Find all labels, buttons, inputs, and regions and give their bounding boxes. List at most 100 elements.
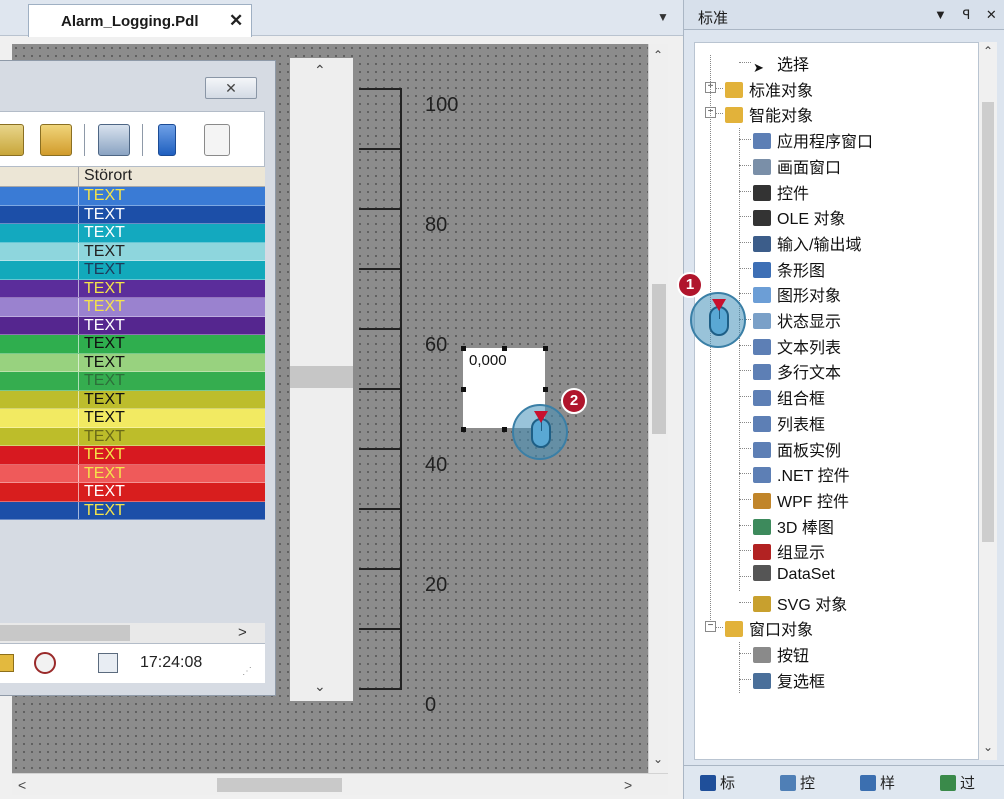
tree-item-label: WPF 控件: [777, 493, 849, 511]
table-row[interactable]: TEXT: [0, 390, 265, 409]
slider-up-icon[interactable]: ⌃: [314, 62, 326, 79]
tree-item[interactable]: 3D 棒图: [753, 514, 834, 537]
tree-item[interactable]: ➤ 选择: [753, 51, 810, 75]
tree-item[interactable]: SVG 对象: [753, 591, 847, 614]
tree-item-label: 选择: [777, 57, 810, 74]
table-row[interactable]: TEXT: [0, 427, 265, 446]
tab-list-dropdown-icon[interactable]: ▼: [657, 10, 669, 24]
tree-item[interactable]: 组显示: [753, 539, 825, 562]
tree-item[interactable]: 应用程序窗口: [753, 128, 873, 151]
table-row[interactable]: TEXT: [0, 483, 265, 502]
table-row[interactable]: TEXT: [0, 501, 265, 520]
tree-item[interactable]: 复选框: [753, 668, 825, 691]
tree-item[interactable]: 组合框: [753, 385, 825, 408]
sort-icon[interactable]: [158, 124, 176, 156]
palette-window-controls[interactable]: ▼ ꟼ ✕: [934, 7, 1003, 23]
table-row[interactable]: TEXT: [0, 335, 265, 354]
table-row[interactable]: TEXT: [0, 409, 265, 428]
alarm-horizontal-scrollbar[interactable]: >: [0, 623, 265, 643]
table-row[interactable]: TEXT: [0, 298, 265, 317]
first-page-icon[interactable]: [204, 124, 230, 156]
scroll-down-icon[interactable]: ⌄: [653, 752, 663, 766]
tree-item[interactable]: 图形对象: [753, 282, 841, 305]
tree-item[interactable]: 条形图: [753, 257, 825, 280]
io-field-icon: [753, 235, 771, 252]
tree-item[interactable]: OLE 对象: [753, 205, 845, 228]
table-row[interactable]: TEXT: [0, 242, 265, 261]
row-text: TEXT: [84, 409, 125, 426]
selection-handle[interactable]: [502, 427, 507, 432]
tree-item[interactable]: 输入/输出域: [753, 231, 861, 254]
tree-item[interactable]: 智能对象: [725, 102, 813, 125]
row-text: TEXT: [84, 501, 125, 519]
selection-handle[interactable]: [543, 346, 548, 351]
scale-minor-tick: [359, 148, 402, 150]
row-text: TEXT: [84, 390, 125, 408]
table-row[interactable]: TEXT: [0, 353, 265, 372]
tree-item[interactable]: 文本列表: [753, 334, 841, 357]
table-row[interactable]: TEXT: [0, 224, 265, 243]
scale-major-tick: [359, 568, 402, 570]
table-row[interactable]: TEXT: [0, 446, 265, 465]
scroll-left-icon[interactable]: <: [18, 777, 26, 793]
slider-down-icon[interactable]: ⌄: [314, 678, 326, 695]
tree-item[interactable]: 多行文本: [753, 359, 841, 382]
palette-title: 标准: [698, 10, 729, 27]
table-row[interactable]: TEXT: [0, 205, 265, 224]
palette-tab[interactable]: 控: [780, 772, 815, 793]
table-header: Störort: [0, 167, 265, 187]
tree-item[interactable]: WPF 控件: [753, 488, 849, 511]
selection-handle[interactable]: [461, 346, 466, 351]
scroll-right-icon[interactable]: >: [624, 777, 632, 793]
palette-tab[interactable]: 标: [700, 772, 735, 793]
folder-open-icon: [725, 107, 743, 124]
selection-handle[interactable]: [543, 386, 548, 392]
table-row[interactable]: TEXT: [0, 261, 265, 280]
tree-scrollbar[interactable]: ⌃ ⌄: [979, 42, 997, 760]
palette-tab[interactable]: 过: [940, 772, 975, 793]
print-icon[interactable]: [98, 124, 130, 156]
tree-item[interactable]: 画面窗口: [753, 154, 841, 177]
scale-major-tick: [359, 328, 402, 330]
palette-tab[interactable]: 样: [860, 772, 895, 793]
close-icon[interactable]: ✕: [205, 77, 257, 99]
lock-icon[interactable]: [40, 124, 72, 156]
tree-item[interactable]: 列表框: [753, 411, 825, 434]
table-row[interactable]: TEXT: [0, 464, 265, 483]
alarm-control[interactable]: ✕ Störort TEXT TEXT TEXT TEXT TEXT TEXT TEXT TE…: [0, 60, 276, 696]
column-header-stoerort[interactable]: Störort: [84, 167, 132, 185]
tree-item[interactable]: 窗口对象: [725, 616, 813, 639]
scroll-up-icon[interactable]: ⌃: [983, 44, 993, 58]
tree-item[interactable]: 面板实例: [753, 437, 841, 460]
selection-handle[interactable]: [502, 346, 507, 351]
tree-item[interactable]: 按钮: [753, 642, 809, 665]
table-row[interactable]: TEXT: [0, 372, 265, 391]
selection-handle[interactable]: [461, 427, 466, 432]
tree-item[interactable]: 状态显示: [753, 308, 841, 331]
row-text: TEXT: [84, 353, 125, 371]
tree-expander-icon[interactable]: −: [705, 621, 716, 633]
editor-horizontal-scrollbar[interactable]: < >: [12, 773, 668, 795]
slider-thumb[interactable]: [290, 366, 353, 388]
export-icon[interactable]: [0, 124, 24, 156]
tree-item[interactable]: 标准对象: [725, 77, 813, 100]
tree-item[interactable]: 控件: [753, 180, 809, 203]
tree-item[interactable]: DataSet: [753, 565, 835, 587]
table-row[interactable]: TEXT: [0, 187, 265, 206]
scroll-down-icon[interactable]: ⌄: [983, 740, 993, 754]
tree-item[interactable]: .NET 控件: [753, 462, 850, 485]
scroll-right-icon[interactable]: >: [238, 624, 247, 641]
document-tab[interactable]: Alarm_Logging.Pdl ✕: [28, 4, 252, 37]
resize-grip[interactable]: ⋰: [242, 666, 252, 677]
editor-vertical-scrollbar[interactable]: ⌃ ⌄: [648, 44, 668, 773]
selection-handle[interactable]: [461, 386, 466, 392]
group-display-icon: [753, 544, 771, 561]
table-row[interactable]: TEXT: [0, 279, 265, 298]
standard-tab-icon: [700, 775, 716, 791]
table-row[interactable]: TEXT: [0, 316, 265, 335]
scroll-up-icon[interactable]: ⌃: [653, 48, 663, 62]
row-text: TEXT: [84, 427, 125, 445]
slider-control[interactable]: ⌃ ⌄: [290, 58, 353, 701]
close-icon[interactable]: ✕: [229, 11, 243, 31]
text-list-icon: [753, 338, 771, 355]
